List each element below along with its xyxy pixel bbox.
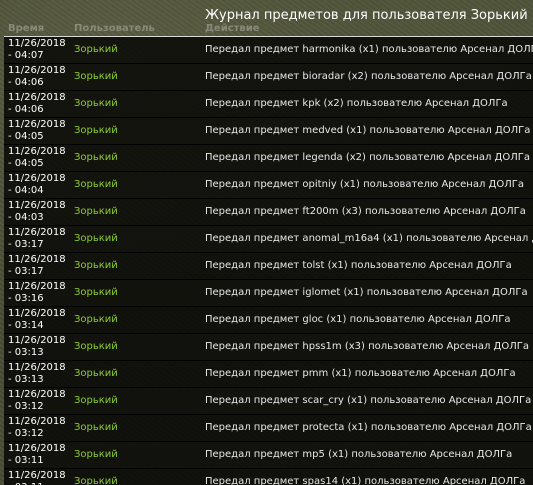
table-row: 11/26/2018 - 03:13 Зорький Передал предмет… xyxy=(4,361,533,388)
cell-action: Передал предмет bioradar (x2) пользовате… xyxy=(205,71,532,82)
page: Журнал предметов для пользователя Зорьки… xyxy=(0,0,533,485)
cell-action: Передал предмет harmonika (x1) пользоват… xyxy=(205,44,533,55)
table-row: 11/26/2018 - 03:17 Зорький Передал предмет… xyxy=(4,253,533,280)
cell-time: 11/26/2018 - 04:05 xyxy=(8,146,66,169)
cell-action: Передал предмет gloc (x1) пользователю А… xyxy=(205,314,511,325)
cell-action: Передал предмет opitniy (x1) пользовател… xyxy=(205,179,524,190)
cell-user-link[interactable]: Зорький xyxy=(74,314,118,325)
cell-action: Передал предмет medved (x1) пользователю… xyxy=(205,125,531,136)
cell-time: 11/26/2018 - 04:06 xyxy=(8,65,66,88)
cell-time: 11/26/2018 - 03:13 xyxy=(8,362,66,385)
table-row: 11/26/2018 - 03:11 Зорький Передал предмет… xyxy=(4,442,533,469)
cell-user-link[interactable]: Зорький xyxy=(74,341,118,352)
cell-action: Передал предмет kpk (x2) пользователю Ар… xyxy=(205,98,508,109)
table-row: 11/26/2018 - 03:12 Зорький Передал предмет… xyxy=(4,415,533,442)
cell-user-link[interactable]: Зорький xyxy=(74,206,118,217)
table-row: 11/26/2018 - 03:16 Зорький Передал предмет… xyxy=(4,280,533,307)
table-row: 11/26/2018 - 04:06 Зорький Передал предмет… xyxy=(4,64,533,91)
cell-user-link[interactable]: Зорький xyxy=(74,152,118,163)
cell-time: 11/26/2018 - 03:17 xyxy=(8,227,66,250)
cell-time: 11/26/2018 - 04:06 xyxy=(8,92,66,115)
cell-user-link[interactable]: Зорький xyxy=(74,44,118,55)
cell-action: Передал предмет mp5 (x1) пользователю Ар… xyxy=(205,449,513,460)
cell-user-link[interactable]: Зорький xyxy=(74,287,118,298)
table-row: 11/26/2018 - 03:14 Зорький Передал предмет… xyxy=(4,307,533,334)
cell-user-link[interactable]: Зорький xyxy=(74,233,118,244)
cell-user-link[interactable]: Зорький xyxy=(74,449,118,460)
cell-action: Передал предмет ft200m (x3) пользователю… xyxy=(205,206,526,217)
cell-time: 11/26/2018 - 04:07 xyxy=(8,38,66,61)
cell-user-link[interactable]: Зорький xyxy=(74,260,118,271)
column-header-user[interactable]: Пользователь xyxy=(74,23,155,34)
cell-user-link[interactable]: Зорький xyxy=(74,395,118,406)
column-header-action[interactable]: Действие xyxy=(205,23,260,34)
cell-time: 11/26/2018 - 03:12 xyxy=(8,416,66,439)
cell-time: 11/26/2018 - 04:03 xyxy=(8,200,66,223)
cell-user-link[interactable]: Зорький xyxy=(74,98,118,109)
cell-time: 11/26/2018 - 04:04 xyxy=(8,173,66,196)
cell-action: Передал предмет anomal_m16a4 (x1) пользо… xyxy=(205,233,533,244)
cell-action: Передал предмет protecta (x1) пользовате… xyxy=(205,422,532,433)
table-row: 11/26/2018 - 04:04 Зорький Передал предмет… xyxy=(4,172,533,199)
item-log-table: Время Пользователь Действие 11/26/2018 -… xyxy=(4,23,533,485)
cell-time: 11/26/2018 - 03:11 xyxy=(8,470,66,485)
cell-action: Передал предмет pmm (x1) пользователю Ар… xyxy=(205,368,516,379)
cell-action: Передал предмет tolst (x1) пользователю … xyxy=(205,260,512,271)
cell-action: Передал предмет scar_cry (x1) пользовате… xyxy=(205,395,532,406)
cell-time: 11/26/2018 - 04:05 xyxy=(8,119,66,142)
cell-time: 11/26/2018 - 03:12 xyxy=(8,389,66,412)
cell-action: Передал предмет iglomet (x1) пользовател… xyxy=(205,287,528,298)
cell-time: 11/26/2018 - 03:16 xyxy=(8,281,66,304)
cell-action: Передал предмет legenda (x2) пользовател… xyxy=(205,152,530,163)
cell-time: 11/26/2018 - 03:17 xyxy=(8,254,66,277)
cell-time: 11/26/2018 - 03:11 xyxy=(8,443,66,466)
table-row: 11/26/2018 - 03:11 Зорький Передал предмет… xyxy=(4,469,533,485)
column-header-time[interactable]: Время xyxy=(8,23,44,34)
cell-user-link[interactable]: Зорький xyxy=(74,71,118,82)
table-row: 11/26/2018 - 04:06 Зорький Передал предмет… xyxy=(4,91,533,118)
cell-user-link[interactable]: Зорький xyxy=(74,179,118,190)
cell-time: 11/26/2018 - 03:13 xyxy=(8,335,66,358)
table-row: 11/26/2018 - 04:05 Зорький Передал предмет… xyxy=(4,145,533,172)
table-row: 11/26/2018 - 04:05 Зорький Передал предмет… xyxy=(4,118,533,145)
table-row: 11/26/2018 - 03:12 Зорький Передал предмет… xyxy=(4,388,533,415)
cell-user-link[interactable]: Зорький xyxy=(74,368,118,379)
table-row: 11/26/2018 - 04:03 Зорький Передал предмет… xyxy=(4,199,533,226)
table-body: 11/26/2018 - 04:07 Зорький Передал предмет… xyxy=(4,37,533,485)
cell-time: 11/26/2018 - 03:14 xyxy=(8,308,66,331)
table-row: 11/26/2018 - 03:17 Зорький Передал предмет… xyxy=(4,226,533,253)
cell-action: Передал предмет spas14 (x1) пользователю… xyxy=(205,476,526,485)
cell-user-link[interactable]: Зорький xyxy=(74,422,118,433)
cell-action: Передал предмет hpss1m (x3) пользователю… xyxy=(205,341,529,352)
cell-user-link[interactable]: Зорький xyxy=(74,476,118,485)
page-title: Журнал предметов для пользователя Зорьки… xyxy=(205,8,528,23)
table-row: 11/26/2018 - 04:07 Зорький Передал предмет… xyxy=(4,37,533,64)
table-header: Время Пользователь Действие xyxy=(4,23,533,37)
cell-user-link[interactable]: Зорький xyxy=(74,125,118,136)
table-row: 11/26/2018 - 03:13 Зорький Передал предмет… xyxy=(4,334,533,361)
